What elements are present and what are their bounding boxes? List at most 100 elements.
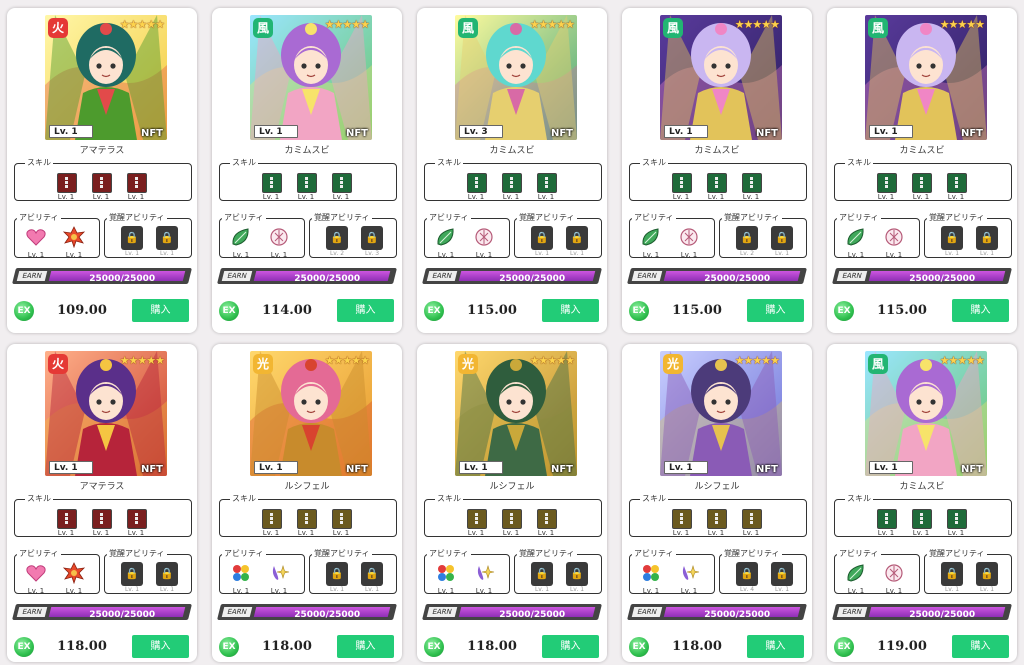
skill-icon[interactable] [707, 509, 727, 529]
nft-card[interactable]: 風 ★★★★★ Lv. 1 NFT カミムスビ スキル Lv. 1 Lv. 1 … [212, 8, 402, 333]
buy-button[interactable]: 購入 [132, 635, 189, 658]
nft-card[interactable]: 光 ★★★★★ Lv. 1 NFT ルシフェル スキル Lv. 1 Lv. 1 … [622, 344, 812, 662]
sparkle-icon[interactable] [268, 562, 290, 584]
skill-icon[interactable] [262, 509, 282, 529]
leaf-icon[interactable] [845, 226, 867, 248]
skill-icon[interactable] [672, 173, 692, 193]
buy-button[interactable]: 購入 [952, 299, 1009, 322]
character-art[interactable]: 風 ★★★★★ Lv. 3 NFT [455, 15, 577, 140]
character-art[interactable]: 火 ★★★★★ Lv. 1 NFT [45, 15, 167, 140]
character-art[interactable]: 火 ★★★★★ Lv. 1 NFT [45, 351, 167, 476]
lock-icon[interactable]: 🔒 [121, 226, 143, 250]
nft-card[interactable]: 風 ★★★★★ Lv. 3 NFT カミムスビ スキル Lv. 1 Lv. 1 … [417, 8, 607, 333]
nft-card[interactable]: 光 ★★★★★ Lv. 1 NFT ルシフェル スキル Lv. 1 Lv. 1 … [417, 344, 607, 662]
multicolor-gem-icon[interactable] [230, 562, 252, 584]
rune-circle-icon[interactable] [883, 226, 905, 248]
lock-icon[interactable]: 🔒 [976, 562, 998, 586]
lock-icon[interactable]: 🔒 [566, 226, 588, 250]
sparkle-icon[interactable] [678, 562, 700, 584]
nft-card[interactable]: 風 ★★★★★ Lv. 1 NFT カミムスビ スキル Lv. 1 Lv. 1 … [827, 344, 1017, 662]
leaf-icon[interactable] [845, 562, 867, 584]
skill-icon[interactable] [912, 509, 932, 529]
skill-icon[interactable] [57, 173, 77, 193]
lock-icon[interactable]: 🔒 [156, 562, 178, 586]
skill-icon[interactable] [127, 173, 147, 193]
skill-icon[interactable] [92, 509, 112, 529]
lock-icon[interactable]: 🔒 [771, 226, 793, 250]
character-art[interactable]: 風 ★★★★★ Lv. 1 NFT [250, 15, 372, 140]
buy-button[interactable]: 購入 [747, 635, 804, 658]
lock-icon[interactable]: 🔒 [736, 226, 758, 250]
nft-card[interactable]: 光 ★★★★★ Lv. 1 NFT ルシフェル スキル Lv. 1 Lv. 1 … [212, 344, 402, 662]
skill-icon[interactable] [262, 173, 282, 193]
character-art[interactable]: 光 ★★★★★ Lv. 1 NFT [660, 351, 782, 476]
character-art[interactable]: 光 ★★★★★ Lv. 1 NFT [455, 351, 577, 476]
skill-icon[interactable] [707, 173, 727, 193]
leaf-icon[interactable] [640, 226, 662, 248]
lock-icon[interactable]: 🔒 [976, 226, 998, 250]
skill-icon[interactable] [742, 173, 762, 193]
skill-icon[interactable] [57, 509, 77, 529]
skill-icon[interactable] [467, 173, 487, 193]
fire-burst-icon[interactable] [62, 226, 86, 249]
buy-button[interactable]: 購入 [747, 299, 804, 322]
lock-icon[interactable]: 🔒 [326, 226, 348, 250]
skill-icon[interactable] [947, 173, 967, 193]
heart-icon[interactable] [25, 226, 47, 248]
buy-button[interactable]: 購入 [337, 299, 394, 322]
skill-icon[interactable] [467, 509, 487, 529]
sparkle-icon[interactable] [473, 562, 495, 584]
lock-icon[interactable]: 🔒 [771, 562, 793, 586]
buy-button[interactable]: 購入 [132, 299, 189, 322]
lock-icon[interactable]: 🔒 [326, 562, 348, 586]
character-art[interactable]: 風 ★★★★★ Lv. 1 NFT [660, 15, 782, 140]
lock-icon[interactable]: 🔒 [736, 562, 758, 586]
skill-icon[interactable] [877, 173, 897, 193]
multicolor-gem-icon[interactable] [435, 562, 457, 584]
leaf-icon[interactable] [435, 226, 457, 248]
buy-button[interactable]: 購入 [542, 299, 599, 322]
skill-icon[interactable] [332, 509, 352, 529]
skill-icon[interactable] [912, 173, 932, 193]
lock-icon[interactable]: 🔒 [941, 226, 963, 250]
lock-icon[interactable]: 🔒 [361, 562, 383, 586]
skill-icon[interactable] [537, 509, 557, 529]
lock-icon[interactable]: 🔒 [531, 226, 553, 250]
multicolor-gem-icon[interactable] [640, 562, 662, 584]
rune-circle-icon[interactable] [883, 562, 905, 584]
nft-card[interactable]: 風 ★★★★★ Lv. 1 NFT カミムスビ スキル Lv. 1 Lv. 1 … [622, 8, 812, 333]
rune-circle-icon[interactable] [473, 226, 495, 248]
skill-icon[interactable] [947, 509, 967, 529]
character-art[interactable]: 光 ★★★★★ Lv. 1 NFT [250, 351, 372, 476]
skill-icon[interactable] [297, 173, 317, 193]
lock-icon[interactable]: 🔒 [121, 562, 143, 586]
skill-icon[interactable] [877, 509, 897, 529]
skill-icon[interactable] [127, 509, 147, 529]
skill-icon[interactable] [332, 173, 352, 193]
heart-icon[interactable] [25, 562, 47, 584]
character-art[interactable]: 風 ★★★★★ Lv. 1 NFT [865, 351, 987, 476]
nft-card[interactable]: 火 ★★★★★ Lv. 1 NFT アマテラス スキル Lv. 1 Lv. 1 … [7, 8, 197, 333]
rune-circle-icon[interactable] [268, 226, 290, 248]
buy-button[interactable]: 購入 [542, 635, 599, 658]
lock-icon[interactable]: 🔒 [156, 226, 178, 250]
lock-icon[interactable]: 🔒 [941, 562, 963, 586]
skill-icon[interactable] [672, 509, 692, 529]
skill-icon[interactable] [502, 173, 522, 193]
lock-icon[interactable]: 🔒 [566, 562, 588, 586]
fire-burst-icon[interactable] [62, 562, 86, 585]
lock-icon[interactable]: 🔒 [361, 226, 383, 250]
skill-icon[interactable] [297, 509, 317, 529]
character-art[interactable]: 風 ★★★★★ Lv. 1 NFT [865, 15, 987, 140]
lock-icon[interactable]: 🔒 [531, 562, 553, 586]
rune-circle-icon[interactable] [678, 226, 700, 248]
nft-card[interactable]: 風 ★★★★★ Lv. 1 NFT カミムスビ スキル Lv. 1 Lv. 1 … [827, 8, 1017, 333]
skill-icon[interactable] [742, 509, 762, 529]
skill-icon[interactable] [502, 509, 522, 529]
buy-button[interactable]: 購入 [952, 635, 1009, 658]
leaf-icon[interactable] [230, 226, 252, 248]
buy-button[interactable]: 購入 [337, 635, 394, 658]
skill-icon[interactable] [537, 173, 557, 193]
skill-icon[interactable] [92, 173, 112, 193]
nft-card[interactable]: 火 ★★★★★ Lv. 1 NFT アマテラス スキル Lv. 1 Lv. 1 … [7, 344, 197, 662]
